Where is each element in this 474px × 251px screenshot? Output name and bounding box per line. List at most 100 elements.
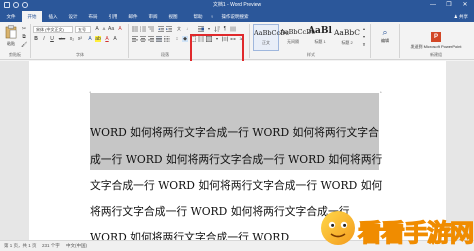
style-heading-1[interactable]: AaBl 标题 1 (307, 24, 333, 51)
ribbon: 粘贴 ✂ ⧉ 🖌 剪贴板 宋体 (中文正文) 五号 A A Aa A B I U… (0, 22, 474, 80)
styles-more-icon[interactable]: ⊽ (361, 42, 367, 48)
margin-corner-mark (380, 91, 382, 93)
send-to-powerpoint-button[interactable]: P 发送到 Microsoft PowerPoint (402, 25, 470, 51)
chinese-layout-icon[interactable]: 文 (176, 26, 182, 32)
tab-layout[interactable]: 布局 (84, 11, 102, 22)
tab-file[interactable]: 文件 (2, 11, 20, 22)
styles-group-label: 样式 (307, 52, 315, 57)
bullets-icon[interactable] (132, 26, 138, 32)
style-heading-1-label: 标题 1 (314, 39, 326, 44)
style-heading-2-label: 标题 2 (341, 40, 353, 45)
new-group-label: 新建组 (430, 52, 442, 57)
sort-icon[interactable]: ↓ (184, 26, 190, 32)
ribbon-tabs: 文件 开始 插入 设计 布局 引用 邮件 审阅 视图 帮助 ♀ 操作说明搜索 ♟… (0, 11, 474, 22)
page-count[interactable]: 第 1 页，共 1 页 (4, 241, 37, 251)
tab-references[interactable]: 引用 (104, 11, 122, 22)
word-count[interactable]: 231 个字 (42, 241, 60, 251)
tell-me-search[interactable]: 操作说明搜索 (218, 11, 252, 22)
text-direction-icon[interactable] (230, 26, 236, 32)
highlight-color-icon[interactable]: ab (95, 36, 101, 42)
style-normal[interactable]: AaBbCcDc 正文 (253, 24, 289, 51)
grow-font-icon[interactable]: A (94, 26, 100, 32)
font-group-label: 字体 (76, 52, 84, 57)
font-size-dropdown[interactable]: 五号 (75, 26, 91, 33)
group-divider (128, 24, 129, 58)
window-title: 文档1 - Word Preview (212, 2, 262, 8)
numbering-icon[interactable] (140, 26, 146, 32)
align-right-icon[interactable] (148, 36, 154, 42)
line-spacing-icon[interactable]: ↕ (174, 36, 180, 42)
clipboard-group-label: 剪贴板 (9, 52, 21, 57)
powerpoint-icon: P (431, 32, 441, 42)
show-marks-icon[interactable]: ¶ (222, 26, 228, 32)
font-name-dropdown[interactable]: 宋体 (中文正文) (33, 26, 73, 33)
asian-layout-dropdown-icon[interactable]: ▾ (206, 26, 212, 32)
language-indicator[interactable]: 中文(中国) (66, 241, 87, 251)
paste-button[interactable]: 粘贴 (3, 25, 19, 50)
distributed-icon[interactable] (164, 36, 170, 42)
style-no-spacing-sample: AaBbCcDc (280, 28, 315, 36)
format-painter-icon[interactable]: 🖌 (21, 42, 27, 48)
increase-indent-icon[interactable] (166, 26, 172, 32)
tab-view[interactable]: 视图 (164, 11, 182, 22)
style-normal-label: 正文 (262, 40, 270, 45)
find-icon: ⌕ (382, 27, 388, 37)
justify-icon[interactable] (156, 36, 162, 42)
decrease-indent-icon[interactable] (158, 26, 164, 32)
bold-button[interactable]: B (33, 36, 39, 42)
send-to-powerpoint-label: 发送到 Microsoft PowerPoint (410, 44, 462, 49)
group-divider (249, 24, 250, 58)
tab-home[interactable]: 开始 (22, 11, 42, 22)
align-left-icon[interactable] (132, 36, 138, 42)
multilevel-list-icon[interactable] (148, 26, 154, 32)
shading-icon[interactable]: ◆ (182, 36, 188, 42)
group-divider (370, 24, 371, 58)
site-watermark: 看看手游网 (318, 208, 474, 248)
minimize-button[interactable]: — (426, 0, 440, 11)
style-normal-sample: AaBbCcDc (254, 29, 289, 37)
title-bar: 文档1 - Word Preview — ❐ ✕ (0, 0, 474, 11)
font-color-button[interactable]: A (104, 36, 110, 42)
paste-icon (5, 25, 17, 39)
document-line[interactable]: 文字合成一行 WORD 如何将两行文字合成一行 WORD 如何 (90, 179, 390, 193)
tab-review[interactable]: 审阅 (144, 11, 162, 22)
align-center-icon[interactable] (140, 36, 146, 42)
italic-button[interactable]: I (41, 36, 47, 42)
sort-ascending-icon[interactable] (214, 26, 220, 32)
tab-design[interactable]: 设计 (64, 11, 82, 22)
editing-button[interactable]: ⌕ 编辑 (374, 26, 396, 50)
style-no-spacing-label: 无间隔 (287, 39, 299, 44)
lightbulb-icon[interactable]: ♀ (208, 11, 216, 22)
subscript-button[interactable]: x₂ (69, 36, 75, 42)
share-button[interactable]: ♟ 共享 (454, 13, 468, 20)
character-shading-icon[interactable]: A (112, 36, 118, 42)
style-heading-2[interactable]: AaBbC 标题 2 (334, 24, 360, 51)
clear-formatting-icon[interactable]: A (117, 26, 123, 32)
shrink-font-icon[interactable]: A (101, 26, 107, 32)
style-heading-2-sample: AaBbC (334, 28, 360, 37)
superscript-button[interactable]: x² (77, 36, 83, 42)
tab-insert[interactable]: 插入 (44, 11, 62, 22)
underline-button[interactable]: U (49, 36, 55, 42)
cut-icon[interactable]: ✂ (21, 26, 27, 32)
copy-icon[interactable]: ⧉ (21, 34, 27, 40)
close-button[interactable]: ✕ (458, 0, 472, 11)
change-case-icon[interactable]: Aa (108, 26, 114, 32)
group-divider (399, 24, 400, 58)
asian-layout-icon[interactable] (198, 26, 204, 32)
tab-mailings[interactable]: 邮件 (124, 11, 142, 22)
editing-label: 编辑 (381, 38, 389, 43)
group-divider (30, 24, 31, 58)
paste-label: 粘贴 (7, 41, 15, 46)
styles-scroll-down-icon[interactable]: ▾ (361, 34, 367, 40)
style-heading-1-sample: AaBl (308, 26, 332, 36)
styles-scroll-up-icon[interactable]: ▴ (361, 26, 367, 32)
watermark-text: 看看手游网 (357, 218, 474, 247)
style-no-spacing[interactable]: AaBbCcDc 无间隔 (280, 24, 315, 51)
strikethrough-button[interactable]: abc (57, 36, 67, 42)
document-line[interactable]: 成一行 WORD 如何将两行文字合成一行 WORD 如何将两行 (90, 153, 390, 167)
document-line[interactable]: WORD 如何将两行文字合成一行 WORD 如何将两行文字合 (90, 126, 390, 140)
restore-button[interactable]: ❐ (442, 0, 456, 11)
tab-help[interactable]: 帮助 (190, 11, 206, 22)
text-effects-icon[interactable]: A (87, 36, 93, 42)
